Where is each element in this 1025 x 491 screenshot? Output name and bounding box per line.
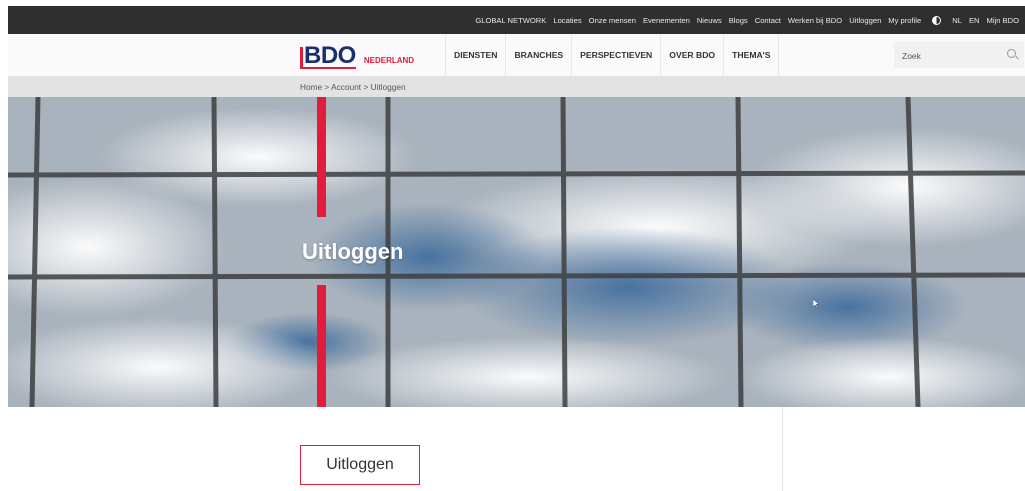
hero-banner: Uitloggen <box>8 97 1025 407</box>
util-link-evenementen[interactable]: Evenementen <box>643 16 690 25</box>
hero-red-accent-bottom <box>317 285 326 407</box>
util-link-my-profile[interactable]: My profile <box>888 16 921 25</box>
nav-item-diensten[interactable]: DIENSTEN <box>445 34 505 76</box>
logout-button[interactable]: Uitloggen <box>300 445 420 485</box>
bdo-logo[interactable]: BDO NEDERLAND <box>300 43 414 69</box>
mijn-bdo-link[interactable]: Mijn BDO <box>987 16 1020 25</box>
util-link-contact[interactable]: Contact <box>755 16 781 25</box>
nav-item-over-bdo[interactable]: OVER BDO <box>660 34 723 76</box>
util-link-blogs[interactable]: Blogs <box>729 16 748 25</box>
util-link-locaties[interactable]: Locaties <box>553 16 581 25</box>
nav-menu: DIENSTEN BRANCHES PERSPECTIEVEN OVER BDO… <box>445 34 780 76</box>
language-en[interactable]: EN <box>969 16 980 25</box>
mouse-cursor-icon <box>813 299 819 308</box>
search-icon[interactable] <box>1007 49 1016 58</box>
logo-country: NEDERLAND <box>363 56 415 65</box>
nav-item-perspectieven[interactable]: PERSPECTIEVEN <box>571 34 660 76</box>
nav-item-themas[interactable]: THEMA'S <box>723 34 780 76</box>
util-link-global-network[interactable]: GLOBAL NETWORK <box>475 16 546 25</box>
main-navigation: BDO NEDERLAND DIENSTEN BRANCHES PERSPECT… <box>8 34 1025 77</box>
hero-red-accent-top <box>317 97 326 217</box>
main-content: Uitloggen <box>8 407 1025 491</box>
nav-item-branches[interactable]: BRANCHES <box>505 34 571 76</box>
page-gutter <box>0 0 8 491</box>
logo-red-bar <box>300 47 303 69</box>
logo-wordmark: BDO <box>300 42 356 69</box>
hero-sky-image <box>8 97 1025 407</box>
contrast-icon[interactable] <box>932 15 942 25</box>
sidebar-divider <box>782 407 783 491</box>
logo-brand-text: BDO <box>304 42 356 69</box>
util-link-nieuws[interactable]: Nieuws <box>697 16 722 25</box>
breadcrumb: Home > Account > Uitloggen <box>300 82 406 92</box>
search-input[interactable] <box>894 42 1004 70</box>
hero-title: Uitloggen <box>302 239 404 264</box>
util-link-uitloggen[interactable]: Uitloggen <box>849 16 881 25</box>
search-box <box>894 42 1024 70</box>
util-link-onze-mensen[interactable]: Onze mensen <box>589 16 636 25</box>
utility-bar: GLOBAL NETWORK Locaties Onze mensen Even… <box>8 6 1025 34</box>
utility-links: GLOBAL NETWORK Locaties Onze mensen Even… <box>475 6 1019 34</box>
language-nl[interactable]: NL <box>952 16 962 25</box>
util-link-werken-bij-bdo[interactable]: Werken bij BDO <box>788 16 842 25</box>
breadcrumb-bar: Home > Account > Uitloggen <box>8 77 1025 97</box>
